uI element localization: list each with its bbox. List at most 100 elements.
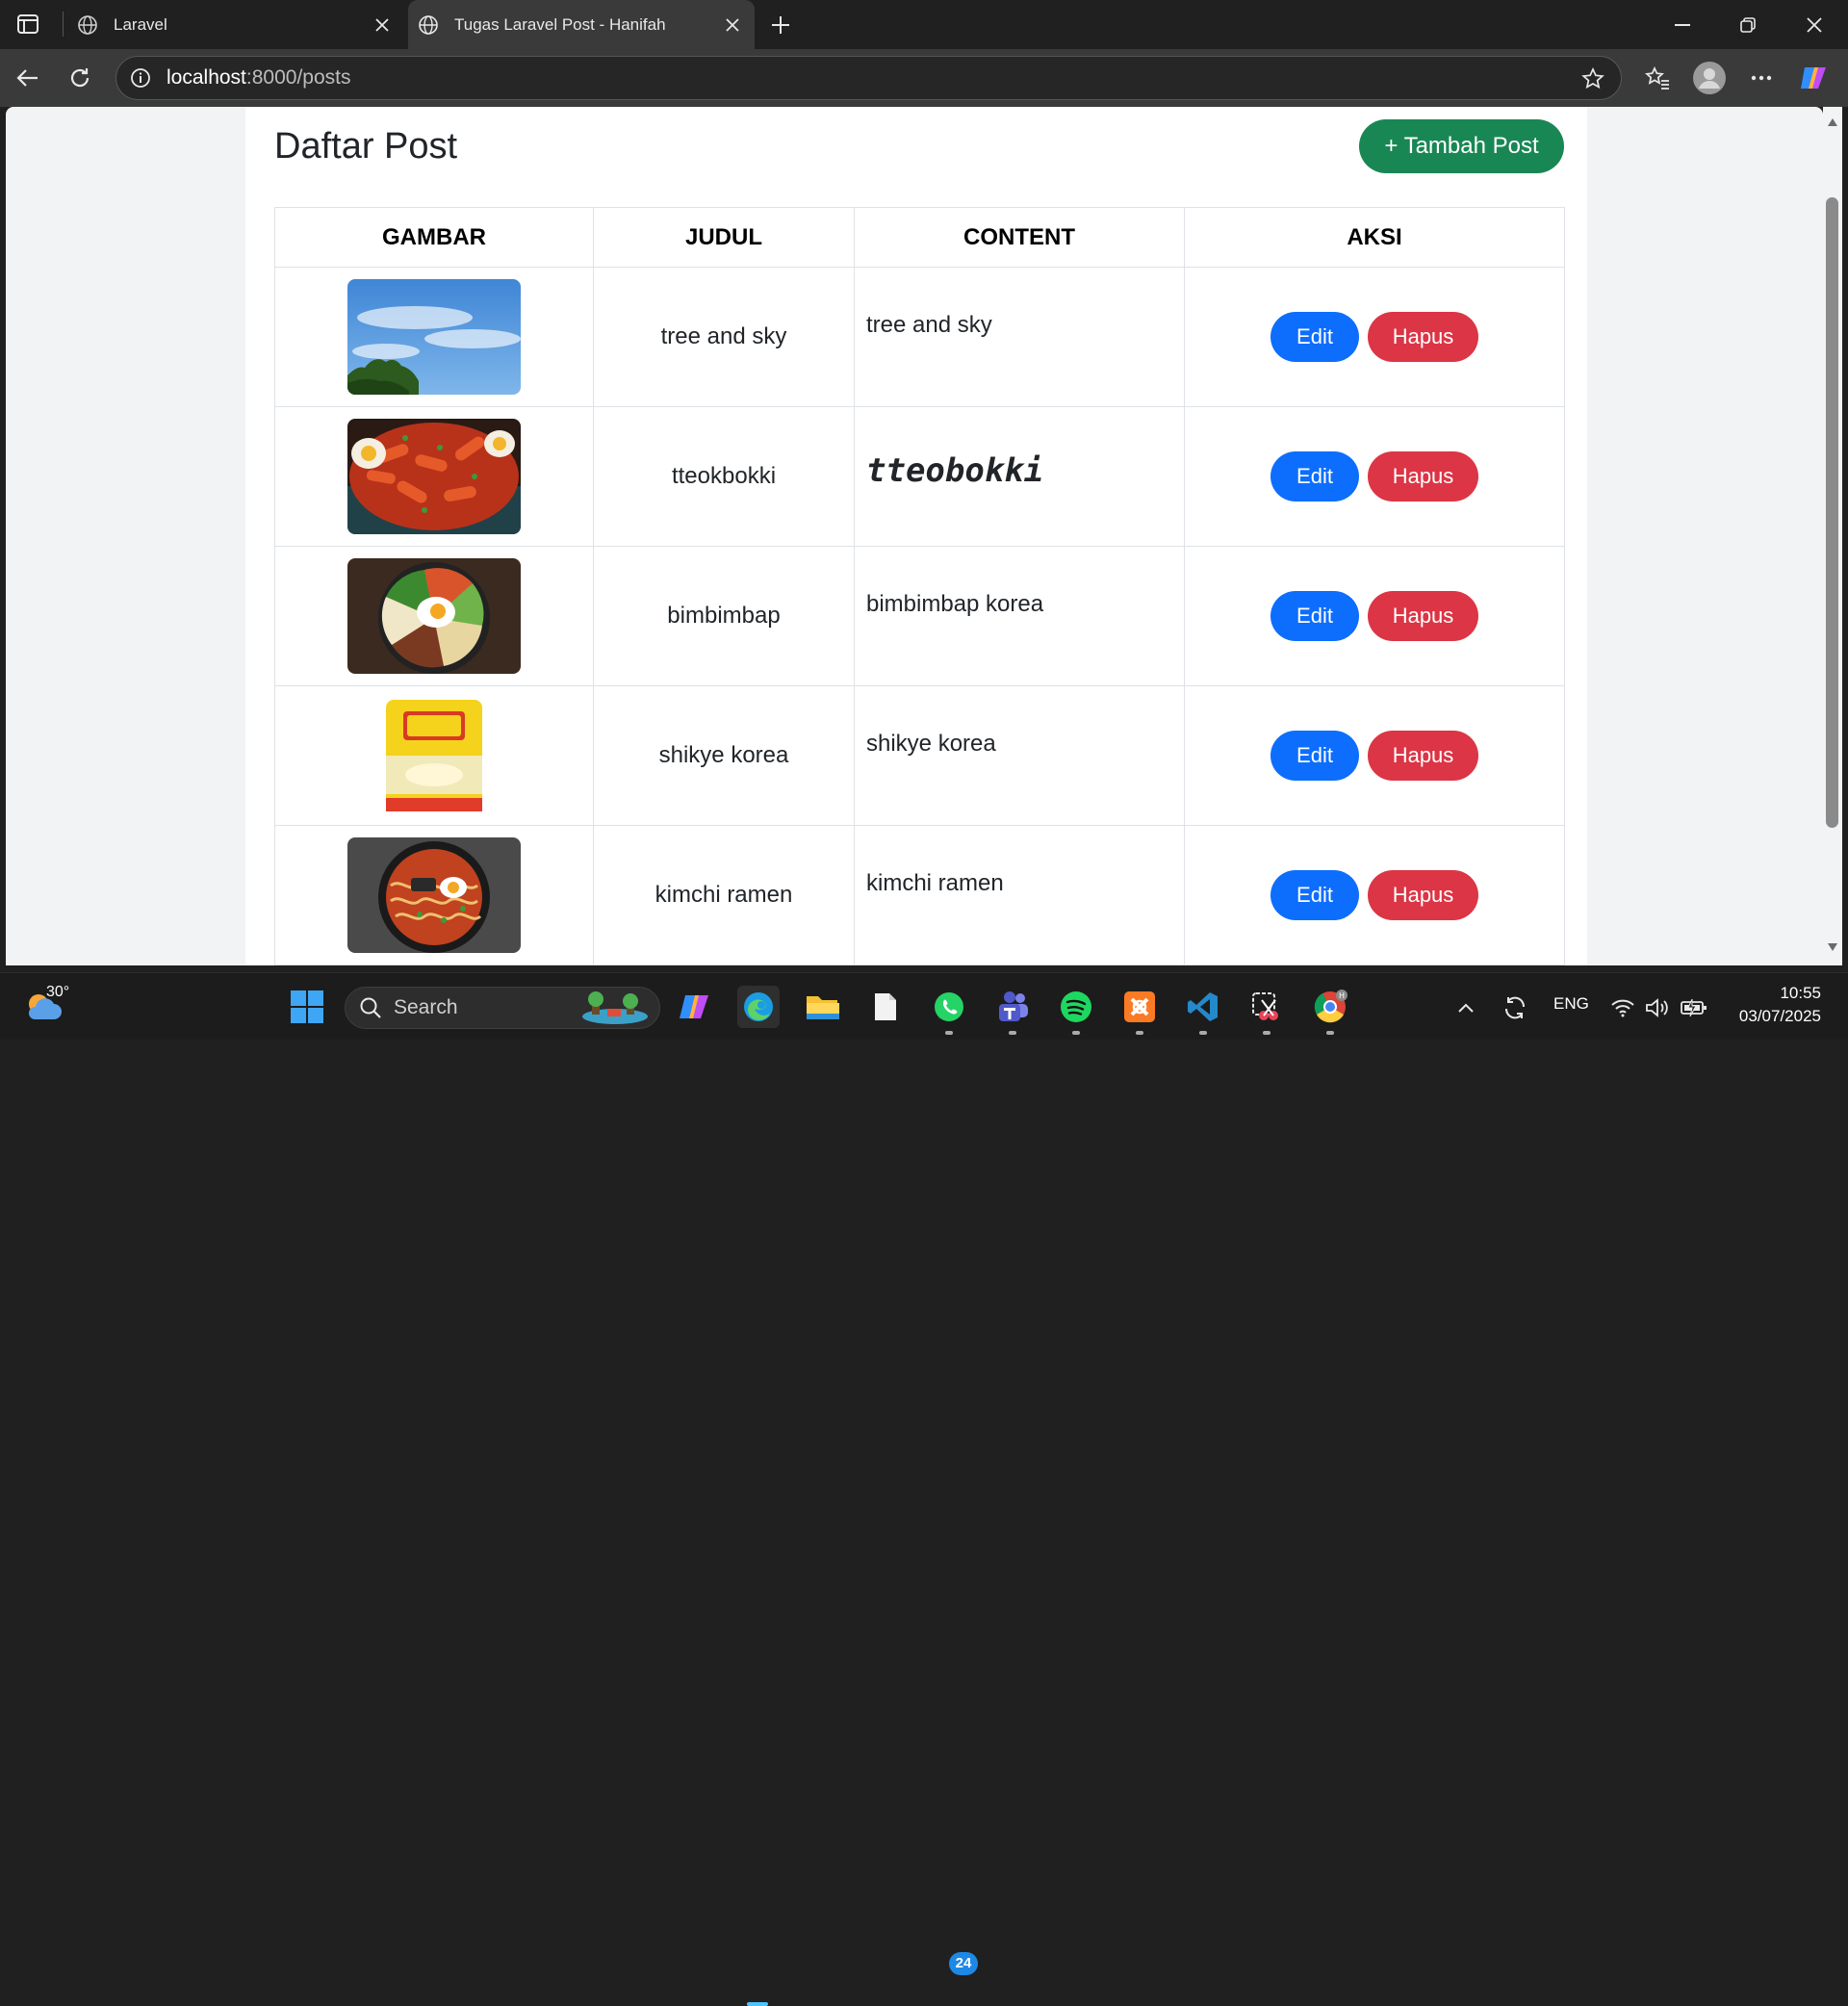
notification-badge: 24 xyxy=(949,1952,978,1975)
edge-browser-icon[interactable] xyxy=(737,986,780,1028)
delete-button[interactable]: Hapus xyxy=(1368,591,1478,641)
clock-time[interactable]: 10:55 xyxy=(1773,984,1821,1003)
scrollbar-thumb[interactable] xyxy=(1826,197,1838,828)
favorites-icon[interactable] xyxy=(1639,60,1676,96)
table-row: tree and sky tree and sky Edit Hapus xyxy=(274,267,1565,407)
tree-sky-image xyxy=(347,279,521,395)
running-indicator xyxy=(945,1031,953,1035)
notepad-icon[interactable] xyxy=(864,986,907,1028)
close-window-button[interactable] xyxy=(1785,0,1843,49)
delete-button[interactable]: Hapus xyxy=(1368,451,1478,502)
tab-actions-icon[interactable] xyxy=(13,12,42,37)
search-label: Search xyxy=(394,996,458,1018)
url-text: localhost:8000/posts xyxy=(167,66,350,90)
edit-button[interactable]: Edit xyxy=(1270,312,1359,362)
table-row: shikye korea shikye korea Edit Hapus xyxy=(274,685,1565,826)
action-cell: Edit Hapus xyxy=(1184,267,1565,407)
whatsapp-icon[interactable] xyxy=(928,986,970,1028)
search-highlight-icon xyxy=(578,991,652,1026)
page-title: Daftar Post xyxy=(274,126,458,167)
image-cell xyxy=(274,267,594,407)
table-row: tteokbokki tteobokki Edit Hapus xyxy=(274,406,1565,547)
address-bar[interactable]: localhost:8000/posts xyxy=(116,56,1622,100)
post-content-cell: kimchi ramen xyxy=(854,825,1185,965)
tab-laravel[interactable]: Laravel xyxy=(67,0,404,49)
shikye-drink-image xyxy=(347,698,521,813)
chrome-icon[interactable]: H xyxy=(1309,986,1351,1028)
image-cell xyxy=(274,825,594,965)
running-indicator xyxy=(1136,1031,1143,1035)
edit-button[interactable]: Edit xyxy=(1270,451,1359,502)
running-indicator xyxy=(1072,1031,1080,1035)
tab-title: Laravel xyxy=(114,14,167,34)
globe-icon xyxy=(416,13,441,38)
running-indicator xyxy=(1263,1031,1270,1035)
url-path: :8000/posts xyxy=(245,66,351,89)
windows-taskbar: 30° Search 24 H ENG 10:55 03/07/2025 xyxy=(0,972,1848,2006)
more-icon[interactable] xyxy=(1743,60,1780,96)
delete-button[interactable]: Hapus xyxy=(1368,870,1478,920)
scroll-down-icon[interactable] xyxy=(1824,939,1841,956)
taskbar-search[interactable]: Search xyxy=(345,987,660,1029)
action-cell: Edit Hapus xyxy=(1184,685,1565,826)
reload-icon[interactable] xyxy=(62,60,98,96)
column-header-judul: JUDUL xyxy=(593,207,855,268)
column-header-content: CONTENT xyxy=(854,207,1185,268)
file-explorer-icon[interactable] xyxy=(801,986,843,1028)
table-header-row: GAMBAR JUDUL CONTENT AKSI xyxy=(274,207,1565,268)
star-icon[interactable] xyxy=(1578,64,1607,93)
wifi-icon[interactable] xyxy=(1605,987,1640,1029)
close-tab-icon[interactable] xyxy=(366,9,398,41)
back-arrow-icon[interactable] xyxy=(10,60,46,96)
add-post-button[interactable]: + Tambah Post xyxy=(1359,119,1564,173)
language-indicator[interactable]: ENG xyxy=(1553,994,1589,1014)
volume-icon[interactable] xyxy=(1640,987,1675,1029)
teams-icon[interactable] xyxy=(991,986,1034,1028)
tab-separator xyxy=(63,12,64,37)
delete-button[interactable]: Hapus xyxy=(1368,312,1478,362)
post-content-cell: tteobokki xyxy=(854,406,1185,547)
delete-button[interactable]: Hapus xyxy=(1368,731,1478,781)
minimize-button[interactable] xyxy=(1654,0,1711,49)
profile-icon[interactable] xyxy=(1691,60,1728,96)
image-cell xyxy=(274,546,594,686)
edit-button[interactable]: Edit xyxy=(1270,731,1359,781)
tab-tugas-laravel-post[interactable]: Tugas Laravel Post - Hanifah xyxy=(408,0,755,49)
copilot-icon[interactable] xyxy=(1796,60,1833,96)
snipping-tool-icon[interactable] xyxy=(1245,986,1288,1028)
vscode-icon[interactable] xyxy=(1182,986,1224,1028)
image-cell xyxy=(274,406,594,547)
restore-button[interactable] xyxy=(1719,0,1777,49)
tteokbokki-image xyxy=(347,419,521,534)
weather-temp: 30° xyxy=(46,984,70,1000)
page-viewport: Daftar Post + Tambah Post GAMBAR JUDUL C… xyxy=(6,107,1823,965)
running-indicator xyxy=(1009,1031,1016,1035)
post-title-cell: kimchi ramen xyxy=(593,825,855,965)
post-content-cell: bimbimbap korea xyxy=(854,546,1185,686)
clock-date[interactable]: 03/07/2025 xyxy=(1730,1007,1821,1026)
action-cell: Edit Hapus xyxy=(1184,825,1565,965)
spotify-icon[interactable] xyxy=(1055,986,1097,1028)
battery-icon[interactable] xyxy=(1677,987,1711,1029)
edit-button[interactable]: Edit xyxy=(1270,870,1359,920)
column-header-gambar: GAMBAR xyxy=(274,207,594,268)
active-app-indicator xyxy=(747,2002,768,2006)
post-content-cell: tree and sky xyxy=(854,267,1185,407)
running-indicator xyxy=(1199,1031,1207,1035)
info-icon[interactable] xyxy=(128,65,153,90)
new-tab-button[interactable] xyxy=(763,8,798,42)
chevron-up-icon[interactable] xyxy=(1448,987,1484,1029)
xampp-icon[interactable] xyxy=(1118,986,1161,1028)
edit-button[interactable]: Edit xyxy=(1270,591,1359,641)
running-indicator xyxy=(1326,1031,1334,1035)
copilot-app-icon[interactable] xyxy=(675,986,717,1028)
table-row: bimbimbap bimbimbap korea Edit Hapus xyxy=(274,546,1565,686)
post-title-cell: bimbimbap xyxy=(593,546,855,686)
content-container: Daftar Post + Tambah Post GAMBAR JUDUL C… xyxy=(245,107,1587,965)
sync-icon[interactable] xyxy=(1497,987,1533,1029)
action-cell: Edit Hapus xyxy=(1184,406,1565,547)
close-tab-icon[interactable] xyxy=(716,9,749,41)
bibimbap-image xyxy=(347,558,521,674)
windows-start-icon[interactable] xyxy=(286,986,328,1028)
scroll-up-icon[interactable] xyxy=(1824,114,1841,131)
